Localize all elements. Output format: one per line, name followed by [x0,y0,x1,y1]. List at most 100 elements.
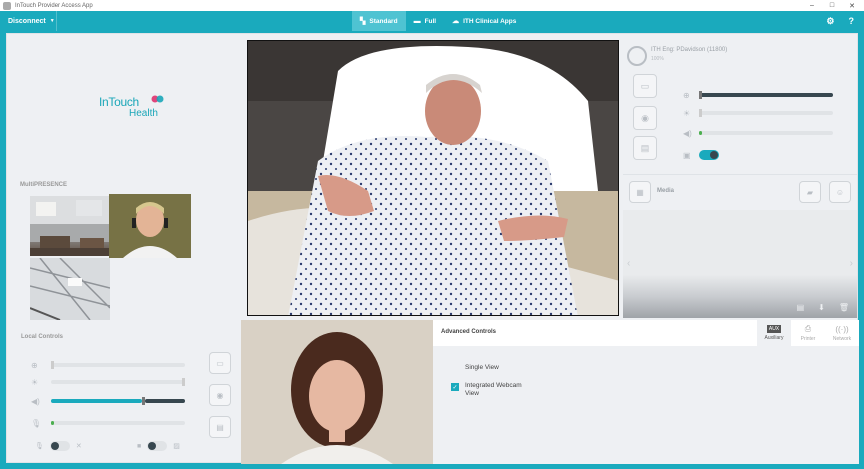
clinical-apps-icon: ☁ [452,18,460,25]
local-zoom-row: ⊕ [31,360,185,370]
robot-toggle[interactable] [699,150,719,160]
provider-video-image [241,320,433,464]
local-brightness-row: ☀ [31,377,185,387]
chevron-right-icon[interactable]: › [850,258,853,269]
patient-video-image [248,41,618,315]
image-icon: ▣ [683,150,691,160]
local-brightness-knob[interactable] [182,378,185,386]
robot-zoom-knob[interactable] [699,91,702,99]
gear-icon[interactable]: ⚙ [826,16,834,27]
zoom-icon: ⊕ [31,360,38,370]
close-button[interactable]: ✕ [844,0,860,11]
robot-battery: 100% [651,56,664,62]
participant-thumbnail-room[interactable] [30,196,110,256]
local-screen-button[interactable]: ▭ [209,352,231,374]
window-title: InTouch Provider Access App [15,2,93,9]
aux-icon: AUX [766,325,782,333]
robot-volume-fill [699,131,702,135]
robot-brightness-slider[interactable] [699,109,833,117]
toggle-dot [50,442,59,450]
participant-thumbnail-ceiling[interactable] [30,258,110,320]
robot-screen-button[interactable]: ▭ [633,74,657,98]
display-icon: ▤ [640,142,650,153]
multipresence-label: MultiPRESENCE [20,182,68,188]
media-actions: ▤ ⬇ 🗑 [797,303,849,312]
tab-network-label: Network [832,335,852,342]
monitor-icon: ▭ [216,358,224,368]
camera-toggle-group: ■ ▨ [137,440,180,452]
single-view-checkbox[interactable] [451,365,459,373]
speaker-icon: ◀) [683,128,692,138]
toggle-dot [148,442,157,450]
help-button[interactable]: ? [849,16,855,26]
robot-toggle-row: ▣ [683,150,833,160]
person-icon: ☺ [835,187,845,197]
window-controls: – □ ✕ [804,0,864,11]
robot-zoom-fill [699,93,833,97]
ceiling-video-image [30,258,110,320]
tab-printer[interactable]: ⎙ Printer [791,320,825,346]
robot-volume-slider[interactable] [699,131,833,135]
tab-standard-label: Standard [369,17,398,25]
local-volume-rest [144,399,185,403]
local-display-button[interactable]: ▤ [209,416,231,438]
chevron-left-icon[interactable]: ‹ [627,258,630,269]
monitor-icon: ▭ [640,80,650,91]
advanced-tabs: AUX Auxiliary ⎙ Printer ((·)) Network [757,320,859,346]
mic-mute-toggle[interactable] [49,441,70,451]
tab-auxiliary[interactable]: AUX Auxiliary [757,320,791,346]
toggle-dot [710,151,718,159]
integrated-webcam-checkbox[interactable]: ✓ [451,383,459,391]
brightness-icon: ☀ [31,377,39,387]
advanced-controls-header: Advanced Controls AUX Auxiliary ⎙ Printe… [433,320,859,346]
media-folder-button[interactable]: ▰ [799,181,821,203]
multipresence-panel: MultiPRESENCE [7,180,243,320]
trash-icon[interactable]: 🗑 [839,303,849,312]
robot-volume-row: ◀) [683,128,833,138]
robot-zoom-row: ⊕ [683,90,833,100]
man-video-image [109,194,191,258]
participant-thumbnail-man[interactable] [109,194,191,258]
disconnect-dropdown[interactable]: Disconnect ▼ [8,11,55,31]
robot-zoom-slider[interactable] [699,91,833,99]
single-view-label: Single View [465,364,499,371]
camera-icon: ◉ [216,390,224,400]
maximize-button[interactable]: □ [824,0,840,11]
main-panel: InTouch Health MultiPRESENCE ITH Eng: PD… [6,33,859,464]
local-brightness-slider[interactable] [51,378,185,386]
toolbar-divider [56,11,57,31]
tab-full[interactable]: ▬ Full [406,11,445,31]
local-volume-slider[interactable] [51,397,185,405]
local-zoom-knob[interactable] [51,361,54,369]
download-icon[interactable]: ⬇ [818,303,825,312]
robot-brightness-knob[interactable] [699,109,702,117]
single-view-option[interactable]: Single View [451,364,499,373]
standard-view-icon: ▚ [360,18,366,25]
local-volume-fill [51,399,143,403]
tab-network[interactable]: ((·)) Network [825,320,859,346]
patient-video-feed[interactable] [247,40,619,316]
local-camera-button[interactable]: ◉ [209,384,231,406]
local-controls-label: Local Controls [21,334,64,340]
microphone-icon: 🎙 [35,443,44,450]
tab-standard[interactable]: ▚ Standard [352,11,406,31]
local-zoom-slider[interactable] [51,361,185,369]
robot-brightness-row: ☀ [683,108,833,118]
provider-self-video[interactable] [241,320,433,464]
tab-clinical-apps[interactable]: ☁ ITH Clinical Apps [444,11,524,31]
gallery-icon[interactable]: ▤ [797,303,805,312]
camera-toggle[interactable] [147,441,168,451]
robot-camera-button[interactable]: ◉ [633,106,657,130]
camera-icon: ◉ [641,112,649,123]
local-volume-row: ◀) [31,396,185,406]
robot-name: ITH Eng: PDavidson (11800) [651,47,728,53]
minimize-button[interactable]: – [804,0,820,11]
robot-display-button[interactable]: ▤ [633,136,657,160]
mic-mute-toggle-group: 🎙 ✕ [35,440,82,452]
media-person-button[interactable]: ☺ [829,181,851,203]
tab-printer-label: Printer [800,336,816,342]
media-area: ‹ › ▤ ⬇ 🗑 [623,210,857,318]
local-mic-slider[interactable] [51,421,185,425]
display-icon: ▤ [216,422,224,432]
integrated-webcam-option[interactable]: ✓ Integrated Webcam View [451,382,535,399]
